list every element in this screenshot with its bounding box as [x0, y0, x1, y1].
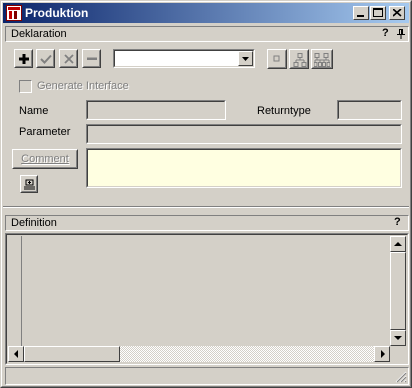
x-icon — [64, 54, 74, 64]
vertical-scroll-thumb[interactable] — [390, 252, 406, 330]
add-button[interactable] — [14, 49, 33, 68]
check-icon — [40, 54, 52, 64]
accept-button[interactable] — [36, 49, 55, 68]
scroll-up-button[interactable] — [390, 236, 406, 252]
cancel-button[interactable] — [59, 49, 78, 68]
comment-button-label: Comment — [21, 153, 69, 165]
definition-header-label: Definition — [11, 217, 57, 229]
maximize-button[interactable] — [370, 6, 386, 20]
arrow-left-icon — [14, 350, 18, 358]
hierarchy-icon — [314, 53, 330, 67]
line-gutter — [8, 236, 22, 346]
name-label: Name — [19, 105, 49, 117]
name-field[interactable] — [86, 100, 226, 120]
scroll-corner — [390, 346, 406, 362]
definition-header: Definition ? — [5, 215, 409, 231]
horizontal-scroll-thumb[interactable] — [24, 346, 120, 362]
app-icon — [6, 5, 22, 21]
definition-help-button[interactable]: ? — [394, 216, 401, 228]
minimize-icon — [357, 15, 364, 17]
pin-icon[interactable] — [397, 29, 405, 39]
returntype-field[interactable] — [337, 100, 402, 120]
panel-splitter[interactable] — [3, 206, 409, 208]
expand-comment-button[interactable] — [20, 175, 38, 193]
returntype-label: Returntype — [257, 105, 311, 117]
full-tree-button[interactable] — [311, 49, 333, 69]
tree-button[interactable] — [289, 49, 309, 69]
arrow-up-icon — [394, 242, 402, 246]
remove-button[interactable] — [82, 49, 101, 68]
comment-button[interactable]: Comment — [12, 149, 78, 169]
resize-grip-icon[interactable] — [395, 371, 407, 383]
close-button[interactable] — [389, 6, 405, 20]
node-icon — [273, 55, 280, 62]
horizontal-scrollbar[interactable] — [8, 346, 390, 362]
produktion-window: Produktion Deklaration ? Generate Interf… — [0, 0, 412, 388]
declaration-combobox[interactable] — [113, 49, 255, 68]
minimize-button[interactable] — [353, 6, 369, 20]
expand-icon — [24, 179, 35, 190]
vertical-scrollbar[interactable] — [390, 236, 406, 346]
status-bar — [5, 367, 409, 385]
scroll-right-button[interactable] — [374, 346, 390, 362]
scroll-left-button[interactable] — [8, 346, 24, 362]
window-title: Produktion — [25, 6, 89, 20]
tree-icon — [293, 53, 307, 67]
maximize-icon — [373, 8, 383, 17]
arrow-down-icon — [394, 336, 402, 340]
comment-textarea[interactable] — [86, 148, 402, 188]
parameter-field[interactable] — [86, 124, 402, 144]
arrow-right-icon — [381, 350, 385, 358]
declaration-header-label: Deklaration — [11, 28, 67, 40]
single-node-button[interactable] — [267, 49, 287, 69]
declaration-help-button[interactable]: ? — [382, 27, 389, 39]
minus-icon — [87, 57, 97, 60]
combobox-dropdown-button[interactable] — [238, 51, 253, 66]
title-bar[interactable]: Produktion — [3, 3, 409, 23]
definition-editor[interactable] — [5, 233, 409, 365]
chevron-down-icon — [242, 57, 249, 61]
close-icon — [393, 9, 402, 17]
plus-icon — [19, 54, 29, 64]
generate-interface-checkbox[interactable] — [19, 80, 32, 93]
generate-interface-label: Generate Interface — [37, 80, 129, 92]
parameter-label: Parameter — [19, 126, 71, 138]
scroll-down-button[interactable] — [390, 330, 406, 346]
declaration-header: Deklaration ? — [5, 26, 409, 42]
